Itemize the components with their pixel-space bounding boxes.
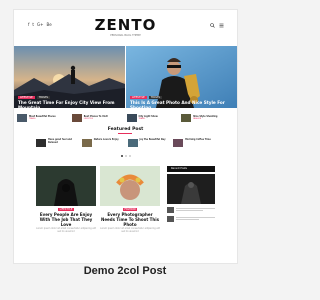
hero-slide-2[interactable]: LIFESTYLE TRAVEL This Is A Great Photo A… bbox=[126, 46, 237, 108]
post-card[interactable]: FASHION Every Photographer Needs Time To… bbox=[100, 166, 160, 234]
carousel-dot[interactable] bbox=[120, 155, 123, 157]
carousel-dots bbox=[14, 155, 237, 157]
post-title[interactable]: Every People Are Enjoy With The Job That… bbox=[36, 212, 96, 227]
carousel-dot[interactable] bbox=[128, 155, 131, 157]
category-chip[interactable]: TRAVEL bbox=[148, 96, 163, 99]
list-item[interactable]: Morning Coffee Time bbox=[173, 138, 216, 147]
list-item[interactable]: City Light Show TRAVEL bbox=[126, 112, 180, 124]
category-chip[interactable]: FASHION bbox=[122, 208, 138, 211]
thumbnail bbox=[167, 207, 174, 213]
post-excerpt: Lorem ipsum dolor sit amet consectetur a… bbox=[36, 227, 96, 234]
thumbnail bbox=[126, 114, 137, 122]
post-excerpt: Lorem ipsum dolor sit amet consectetur a… bbox=[100, 227, 160, 234]
post-image-flowers bbox=[100, 166, 160, 206]
hero-title[interactable]: This Is A Great Photo And Nice Style For… bbox=[130, 100, 230, 108]
site-logo[interactable]: ZENTO bbox=[14, 17, 237, 33]
list-item[interactable]: Best Places To Visit LIFESTYLE bbox=[71, 112, 125, 124]
thumb-category: LIFESTYLE bbox=[83, 118, 93, 121]
post-title[interactable]: Every Photographer Needs Time To Shoot T… bbox=[100, 212, 160, 227]
sidebar-widget: Recent Posts bbox=[167, 166, 215, 222]
list-item[interactable]: Joy the Beautiful Day bbox=[127, 138, 171, 147]
hero-title[interactable]: The Great Time For Enjoy City View From … bbox=[18, 100, 118, 108]
thumbnail bbox=[71, 114, 82, 122]
item-title: Morning Coffee Time bbox=[185, 138, 211, 141]
widget-image bbox=[167, 174, 215, 204]
featured-carousel: Have good feel and Relaxed Nature Lovers… bbox=[36, 138, 216, 147]
thumb-category: FASHION bbox=[193, 118, 202, 121]
widget-title: Recent Posts bbox=[167, 166, 215, 172]
thumbnail bbox=[127, 139, 138, 147]
list-item[interactable] bbox=[167, 207, 215, 213]
thumb-category: TRAVEL bbox=[29, 118, 36, 121]
thumbnail bbox=[81, 139, 92, 147]
item-title: Have good feel and Relaxed bbox=[48, 138, 72, 144]
search-icon[interactable] bbox=[210, 23, 215, 28]
list-item[interactable]: Have good feel and Relaxed bbox=[36, 138, 79, 147]
category-chip[interactable]: TRAVEL bbox=[36, 96, 51, 99]
thumbnail bbox=[173, 139, 184, 147]
thumb-category: TRAVEL bbox=[138, 118, 146, 121]
list-item[interactable]: Nature Lovers Enjoy bbox=[81, 138, 125, 147]
list-item[interactable]: Nice Style Shooting FASHION bbox=[181, 112, 234, 124]
theme-preview-card[interactable]: f t G+ Be ZENTO PERSONAL BLOG THEME LIFE… bbox=[13, 9, 238, 264]
menu-icon[interactable] bbox=[219, 23, 224, 28]
item-title: Joy the Beautiful Day bbox=[139, 138, 166, 141]
site-tagline: PERSONAL BLOG THEME bbox=[110, 34, 141, 37]
carousel-dot[interactable] bbox=[124, 155, 127, 157]
divider bbox=[118, 133, 132, 134]
category-chip[interactable]: LIFESTYLE bbox=[130, 96, 147, 99]
list-item[interactable] bbox=[167, 216, 215, 222]
thumbnail bbox=[17, 114, 27, 122]
hero-slide-1[interactable]: LIFESTYLE TRAVEL The Great Time For Enjo… bbox=[14, 46, 125, 108]
item-title: Nature Lovers Enjoy bbox=[93, 138, 119, 141]
demo-caption[interactable]: Demo 2col Post bbox=[0, 265, 250, 278]
thumbnail bbox=[181, 114, 192, 122]
site-header: f t G+ Be ZENTO PERSONAL BLOG THEME bbox=[14, 10, 237, 46]
trending-strip: Most Beautiful Places TRAVEL Best Places … bbox=[17, 112, 234, 124]
list-item[interactable]: Most Beautiful Places TRAVEL bbox=[17, 112, 70, 124]
post-image-hooded bbox=[36, 166, 96, 206]
post-card[interactable]: LIFESTYLE Every People Are Enjoy With Th… bbox=[36, 166, 96, 234]
category-chip[interactable]: LIFESTYLE bbox=[57, 208, 75, 211]
thumbnail bbox=[36, 139, 46, 147]
category-chip[interactable]: LIFESTYLE bbox=[18, 96, 35, 99]
thumbnail bbox=[167, 216, 174, 222]
section-title: Featured Post bbox=[107, 127, 144, 132]
